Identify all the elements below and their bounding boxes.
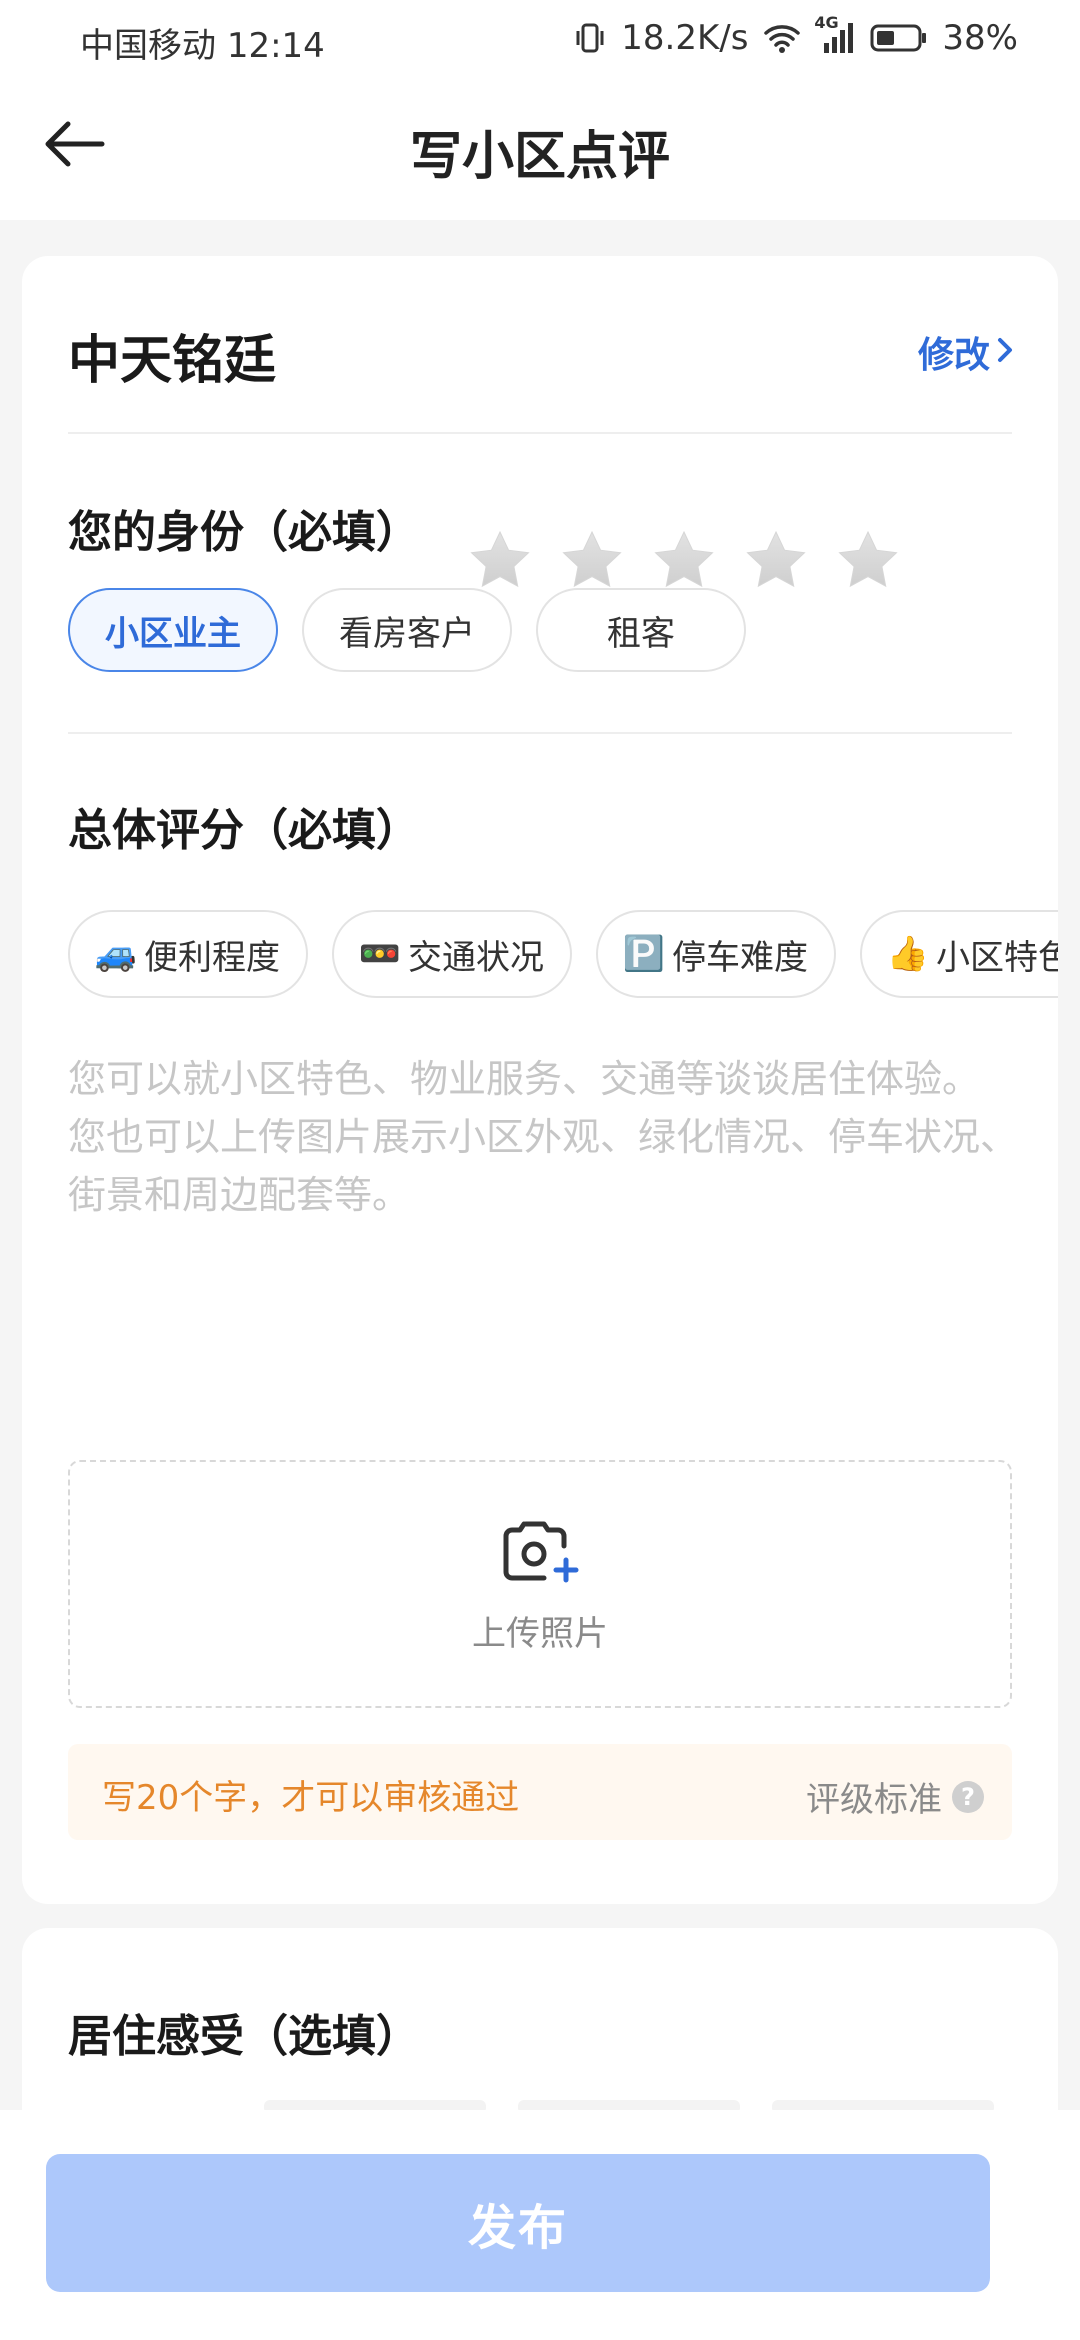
help-icon: ?: [952, 1780, 984, 1813]
status-carrier: 中国移动 12:14: [80, 18, 325, 67]
carrier-name: 中国移动: [80, 26, 216, 66]
vibrate-icon: [573, 21, 607, 55]
identity-option-visitor[interactable]: 看房客户: [302, 588, 512, 672]
status-bar: 中国移动 12:14 18.2K/s 4G 38%: [0, 0, 1080, 76]
nav-bar: 写小区点评: [0, 92, 1080, 202]
edit-label: 修改: [917, 335, 990, 376]
rating-stars: [468, 528, 900, 592]
publish-button[interactable]: 发布: [46, 2154, 990, 2292]
tag-label: 小区特色: [936, 937, 1058, 978]
star-icon[interactable]: [836, 528, 900, 592]
identity-title: 您的身份（必填）: [68, 507, 420, 558]
parking-icon: 🅿️: [622, 934, 666, 974]
identity-option-label: 小区业主: [105, 613, 241, 654]
edit-community-button[interactable]: 修改: [918, 326, 1014, 378]
star-icon[interactable]: [744, 528, 808, 592]
battery-icon: [870, 23, 928, 53]
review-card: 中天铭廷 修改 您的身份（必填） 小区业主 看房客户 租客 总体评分（必填） 🚙…: [22, 256, 1058, 1904]
camera-add-icon: [500, 1514, 580, 1590]
wifi-icon: [762, 21, 802, 55]
star-icon[interactable]: [652, 528, 716, 592]
divider: [68, 432, 1012, 434]
identity-option-tenant[interactable]: 租客: [536, 588, 746, 672]
tag-convenience[interactable]: 🚙 便利程度: [68, 910, 308, 998]
upload-photo-button[interactable]: 上传照片: [68, 1460, 1012, 1708]
notice-message: 写20个字，才可以审核通过: [102, 1778, 520, 1818]
signal-icon: 4G: [814, 13, 856, 55]
tag-parking[interactable]: 🅿️ 停车难度: [596, 910, 836, 998]
star-icon[interactable]: [468, 528, 532, 592]
review-textarea[interactable]: 您可以就小区特色、物业服务、交通等谈谈居住体验。 您也可以上传图片展示小区外观、…: [68, 1050, 1018, 1310]
network-speed: 18.2K/s: [621, 18, 749, 58]
star-icon[interactable]: [560, 528, 624, 592]
status-time: 12:14: [226, 26, 325, 66]
upload-label: 上传照片: [472, 1613, 608, 1654]
living-title: 居住感受（选填）: [68, 2011, 420, 2062]
top-bar: 中国移动 12:14 18.2K/s 4G 38% 写小区点评: [0, 0, 1080, 220]
chevron-right-icon: [996, 332, 1014, 373]
tag-label: 交通状况: [408, 937, 544, 978]
rating-standard-link[interactable]: 评级标准 ?: [806, 1772, 984, 1821]
publish-label: 发布: [467, 2200, 568, 2256]
notice-bar: 写20个字，才可以审核通过 评级标准 ?: [68, 1744, 1012, 1840]
community-name: 中天铭廷: [68, 331, 277, 391]
rating-title: 总体评分（必填）: [68, 805, 420, 856]
bottom-bar: 发布: [0, 2110, 1080, 2340]
rating-standard-label: 评级标准: [806, 1780, 942, 1820]
car-icon: 🚙: [94, 934, 138, 974]
tag-label: 停车难度: [672, 937, 808, 978]
thumbs-up-icon: 👍: [886, 934, 930, 974]
page-title: 写小区点评: [409, 127, 670, 187]
identity-option-owner[interactable]: 小区业主: [68, 588, 278, 672]
tag-label: 便利程度: [144, 937, 280, 978]
divider: [68, 732, 1012, 734]
battery-level: 38%: [942, 18, 1018, 58]
status-right: 18.2K/s 4G 38%: [573, 13, 1018, 58]
identity-option-label: 租客: [607, 613, 675, 654]
tag-row: 🚙 便利程度 🚥 交通状况 🅿️ 停车难度 👍 小区特色: [68, 910, 1058, 1000]
tag-traffic[interactable]: 🚥 交通状况: [332, 910, 572, 998]
network-type: 4G: [814, 13, 839, 32]
traffic-light-icon: 🚥: [358, 934, 402, 974]
identity-option-label: 看房客户: [339, 613, 475, 654]
tag-features[interactable]: 👍 小区特色: [860, 910, 1058, 998]
